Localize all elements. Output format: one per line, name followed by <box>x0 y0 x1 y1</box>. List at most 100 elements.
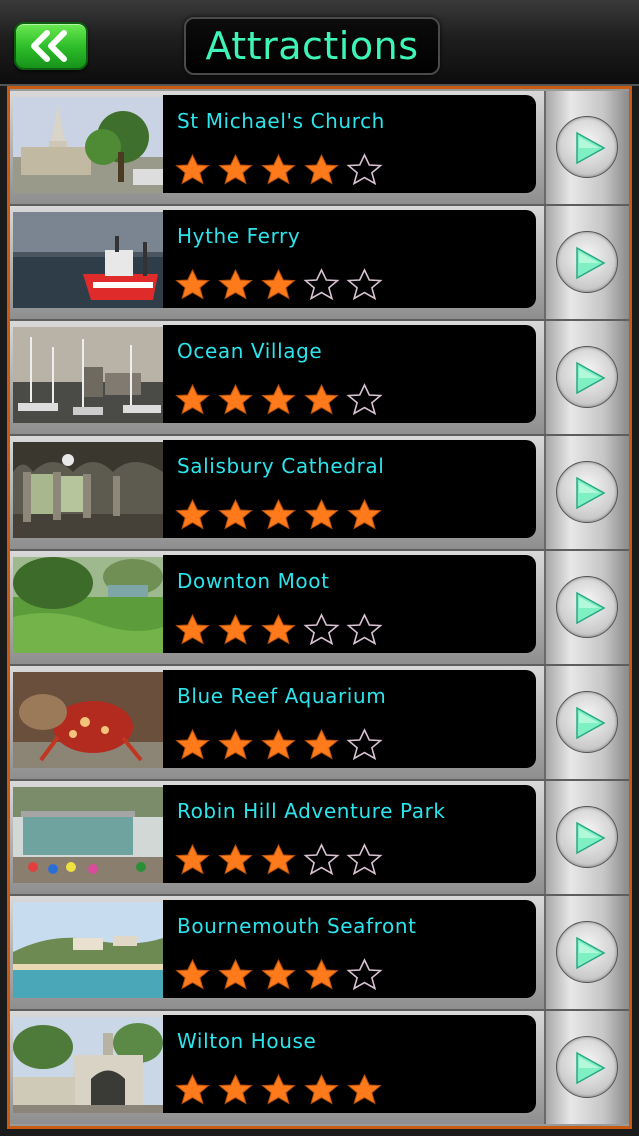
star-filled-icon <box>171 268 214 300</box>
star-filled-icon <box>214 613 257 645</box>
star-filled-icon <box>214 383 257 415</box>
page-title: Attractions <box>205 24 419 68</box>
play-arrow-icon <box>576 476 606 510</box>
attraction-info: Wilton House <box>163 1015 536 1113</box>
attraction-thumbnail <box>13 672 163 768</box>
detail-button-cell <box>544 321 629 434</box>
star-filled-icon <box>171 153 214 185</box>
list-item[interactable]: Ocean Village <box>10 321 629 434</box>
star-rating <box>171 268 386 300</box>
list-item[interactable]: Robin Hill Adventure Park <box>10 781 629 894</box>
play-arrow-icon <box>576 361 606 395</box>
attraction-title: St Michael's Church <box>177 109 385 133</box>
star-rating <box>171 843 386 875</box>
attraction-thumbnail <box>13 557 163 653</box>
detail-button-cell <box>544 91 629 204</box>
page-title-box: Attractions <box>184 17 440 75</box>
attraction-title: Salisbury Cathedral <box>177 454 385 478</box>
attraction-thumbnail <box>13 327 163 423</box>
list-item[interactable]: Salisbury Cathedral <box>10 436 629 549</box>
attraction-thumbnail <box>13 1017 163 1113</box>
open-detail-button[interactable] <box>556 1036 618 1098</box>
attraction-thumbnail <box>13 442 163 538</box>
open-detail-button[interactable] <box>556 461 618 523</box>
attraction-info: Hythe Ferry <box>163 210 536 308</box>
star-filled-icon <box>214 153 257 185</box>
list-item[interactable]: Wilton House <box>10 1011 629 1124</box>
star-filled-icon <box>257 268 300 300</box>
play-arrow-icon <box>576 936 606 970</box>
play-arrow-icon <box>576 591 606 625</box>
attraction-title: Ocean Village <box>177 339 323 363</box>
star-filled-icon <box>171 1073 214 1105</box>
star-filled-icon <box>214 728 257 760</box>
star-rating <box>171 383 386 415</box>
star-empty-icon <box>343 613 386 645</box>
star-filled-icon <box>300 958 343 990</box>
open-detail-button[interactable] <box>556 691 618 753</box>
star-filled-icon <box>214 958 257 990</box>
star-filled-icon <box>214 498 257 530</box>
open-detail-button[interactable] <box>556 231 618 293</box>
star-filled-icon <box>257 1073 300 1105</box>
detail-button-cell <box>544 781 629 894</box>
attraction-info: Robin Hill Adventure Park <box>163 785 536 883</box>
attraction-title: Blue Reef Aquarium <box>177 684 387 708</box>
attraction-info: Ocean Village <box>163 325 536 423</box>
star-rating <box>171 1073 386 1105</box>
attraction-thumbnail <box>13 212 163 308</box>
open-detail-button[interactable] <box>556 116 618 178</box>
star-rating <box>171 498 386 530</box>
star-filled-icon <box>214 843 257 875</box>
detail-button-cell <box>544 206 629 319</box>
star-filled-icon <box>257 498 300 530</box>
star-filled-icon <box>300 498 343 530</box>
attraction-info: Salisbury Cathedral <box>163 440 536 538</box>
open-detail-button[interactable] <box>556 921 618 983</box>
play-arrow-icon <box>576 131 606 165</box>
star-filled-icon <box>257 728 300 760</box>
star-filled-icon <box>171 958 214 990</box>
open-detail-button[interactable] <box>556 346 618 408</box>
star-filled-icon <box>257 613 300 645</box>
star-filled-icon <box>171 498 214 530</box>
star-empty-icon <box>343 728 386 760</box>
detail-button-cell <box>544 1011 629 1124</box>
attraction-info: Downton Moot <box>163 555 536 653</box>
list-item[interactable]: Blue Reef Aquarium <box>10 666 629 779</box>
star-empty-icon <box>300 268 343 300</box>
star-empty-icon <box>343 843 386 875</box>
attraction-info: St Michael's Church <box>163 95 536 193</box>
star-filled-icon <box>171 613 214 645</box>
star-filled-icon <box>300 153 343 185</box>
attraction-title: Wilton House <box>177 1029 317 1053</box>
attraction-thumbnail <box>13 97 163 193</box>
star-filled-icon <box>257 958 300 990</box>
star-filled-icon <box>343 498 386 530</box>
star-filled-icon <box>214 1073 257 1105</box>
star-filled-icon <box>171 843 214 875</box>
back-button[interactable] <box>14 22 88 70</box>
star-rating <box>171 958 386 990</box>
header-bar: Attractions <box>0 0 639 86</box>
list-item[interactable]: Bournemouth Seafront <box>10 896 629 1009</box>
attraction-title: Bournemouth Seafront <box>177 914 417 938</box>
star-rating <box>171 728 386 760</box>
detail-button-cell <box>544 551 629 664</box>
attraction-info: Bournemouth Seafront <box>163 900 536 998</box>
play-arrow-icon <box>576 1051 606 1085</box>
star-filled-icon <box>257 843 300 875</box>
open-detail-button[interactable] <box>556 806 618 868</box>
play-arrow-icon <box>576 821 606 855</box>
star-empty-icon <box>343 383 386 415</box>
star-filled-icon <box>171 383 214 415</box>
list-item[interactable]: Hythe Ferry <box>10 206 629 319</box>
star-filled-icon <box>257 153 300 185</box>
list-item[interactable]: St Michael's Church <box>10 91 629 204</box>
star-empty-icon <box>343 958 386 990</box>
star-filled-icon <box>300 1073 343 1105</box>
attraction-title: Hythe Ferry <box>177 224 301 248</box>
attraction-title: Robin Hill Adventure Park <box>177 799 446 823</box>
open-detail-button[interactable] <box>556 576 618 638</box>
list-item[interactable]: Downton Moot <box>10 551 629 664</box>
